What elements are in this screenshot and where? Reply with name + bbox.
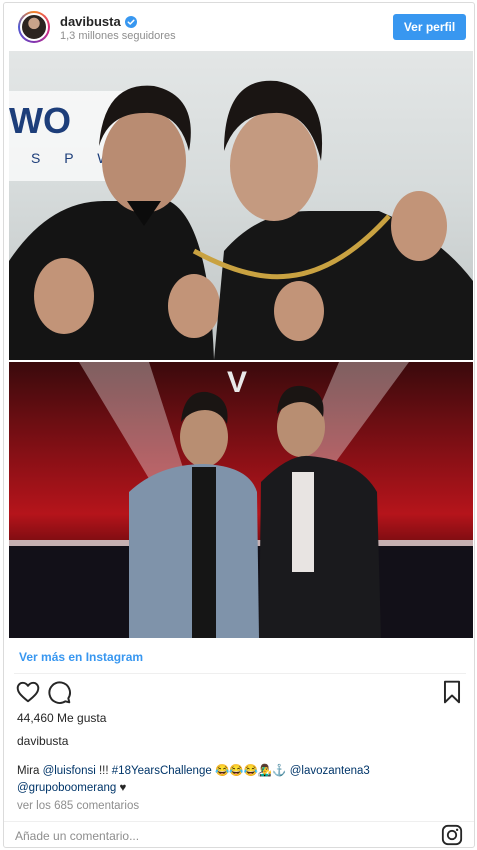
username-link[interactable]: davibusta xyxy=(60,14,121,29)
caption-text: Mira @luisfonsi !!! #18YearsChallenge 😂😂… xyxy=(17,763,462,797)
bookmark-icon[interactable] xyxy=(439,679,465,705)
heart-icon[interactable] xyxy=(15,679,41,705)
divider xyxy=(14,673,466,674)
post-photo[interactable]: WO S P W E V xyxy=(9,51,473,638)
instagram-icon[interactable] xyxy=(441,824,463,846)
heart-emoji: ♥ xyxy=(116,782,127,794)
mention-grupoboomerang[interactable]: @grupoboomerang xyxy=(17,782,116,794)
avatar-image xyxy=(20,13,48,41)
followers-count: 1,3 millones seguidores xyxy=(60,30,176,42)
mention-lavozantena3[interactable]: @lavozantena3 xyxy=(290,765,370,777)
photo-bottom-illustration: V xyxy=(9,362,473,638)
username-row: davibusta xyxy=(60,14,137,29)
action-bar xyxy=(4,679,474,707)
likes-count[interactable]: 44,460 Me gusta xyxy=(17,711,106,725)
caption-username[interactable]: davibusta xyxy=(17,734,68,748)
divider xyxy=(4,821,474,822)
photo-bottom-panel: V xyxy=(9,362,473,638)
add-comment-input[interactable] xyxy=(15,829,425,843)
caption-prefix: Mira xyxy=(17,765,43,777)
view-on-instagram-link[interactable]: Ver más en Instagram xyxy=(19,650,143,664)
stage-logo: V xyxy=(227,366,247,399)
instagram-embed-card: davibusta 1,3 millones seguidores Ver pe… xyxy=(3,2,475,848)
caption-text1: !!! xyxy=(95,765,112,777)
photo-top-illustration: WO S P W E xyxy=(9,80,473,360)
view-profile-button[interactable]: Ver perfil xyxy=(393,14,466,40)
profile-avatar[interactable] xyxy=(18,11,50,43)
mention-luisfonsi[interactable]: @luisfonsi xyxy=(43,765,96,777)
verified-badge-icon xyxy=(124,15,137,28)
caption-emojis: 😂😂😂👨‍🎤⚓ xyxy=(211,765,290,777)
sign-text: WO xyxy=(9,100,71,141)
post-header: davibusta 1,3 millones seguidores Ver pe… xyxy=(4,3,474,49)
hashtag-18yearschallenge[interactable]: #18YearsChallenge xyxy=(112,765,212,777)
view-comments-link[interactable]: ver los 685 comentarios xyxy=(17,800,139,812)
photo-top-panel: WO S P W E xyxy=(9,51,473,360)
comment-icon[interactable] xyxy=(46,679,72,705)
